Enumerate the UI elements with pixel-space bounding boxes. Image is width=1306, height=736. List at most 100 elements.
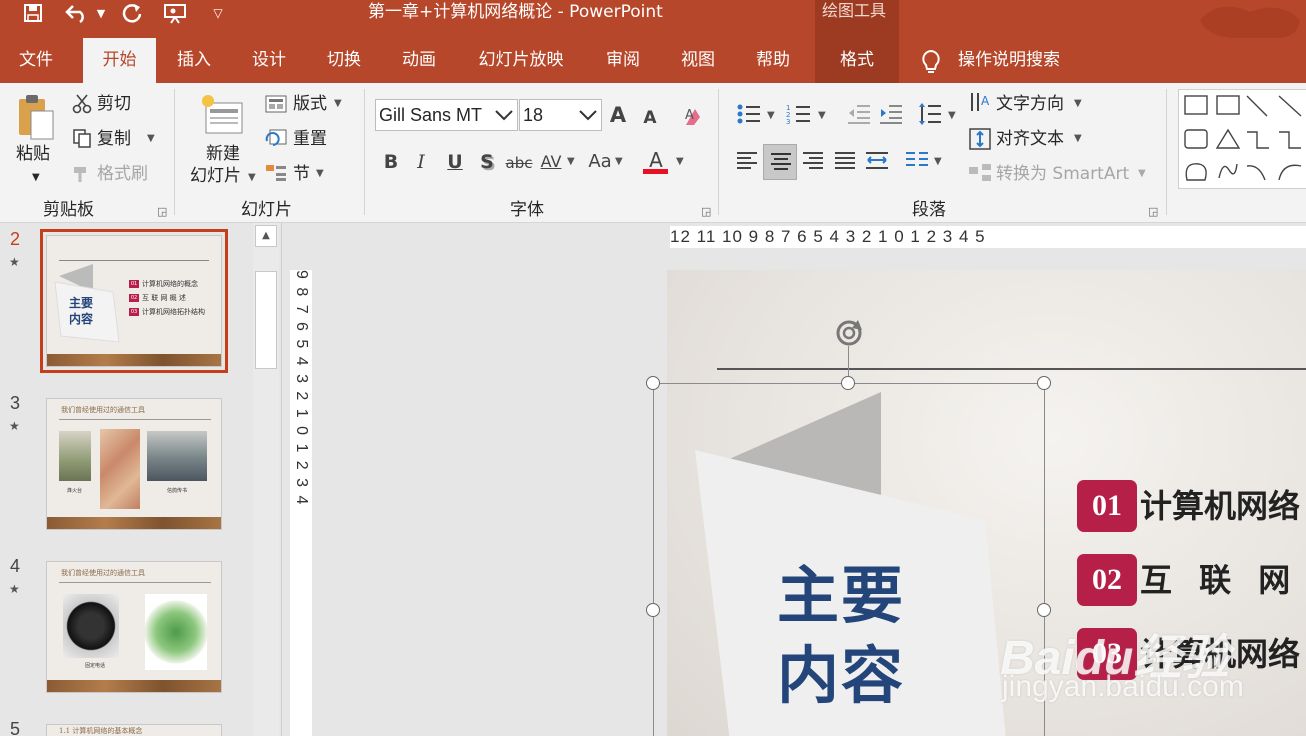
resize-handle-tr[interactable]: [1037, 376, 1051, 390]
section-dropdown-icon[interactable]: ▼: [316, 163, 324, 185]
copy-dropdown-icon[interactable]: ▼: [147, 128, 155, 150]
shapes-gallery[interactable]: [1178, 89, 1306, 189]
italic-button[interactable]: I: [410, 149, 432, 175]
increase-font-icon[interactable]: A: [606, 102, 630, 128]
format-painter-icon: [74, 167, 86, 182]
undo-icon[interactable]: [60, 0, 94, 26]
character-spacing-button[interactable]: AV: [538, 149, 564, 175]
font-color-dropdown-icon[interactable]: ▼: [676, 151, 684, 173]
drawing-tools-label: 绘图工具: [822, 1, 887, 20]
text-direction-button[interactable]: 文字方向: [996, 93, 1064, 115]
undo-dropdown-icon[interactable]: ▼: [94, 0, 108, 26]
align-right-icon[interactable]: [802, 150, 824, 172]
paste-dropdown-icon[interactable]: ▼: [32, 167, 40, 189]
font-launcher-icon[interactable]: ◲: [701, 201, 711, 223]
new-slide-dropdown-icon[interactable]: ▼: [248, 167, 256, 189]
paragraph-launcher-icon[interactable]: ◲: [1148, 201, 1158, 223]
align-center-button[interactable]: [763, 144, 797, 180]
slide-item-1[interactable]: 计算机网络: [1140, 480, 1300, 532]
thumb-caption: 信鸽传书: [167, 488, 188, 494]
clear-formatting-icon[interactable]: A: [683, 105, 707, 127]
bold-button[interactable]: B: [380, 149, 402, 175]
tab-design[interactable]: 设计: [238, 38, 300, 83]
case-dropdown-icon[interactable]: ▼: [615, 151, 623, 173]
resize-handle-tl[interactable]: [646, 376, 660, 390]
layout-button[interactable]: 版式: [293, 93, 327, 115]
thumbnail-scrollbar[interactable]: ▲: [253, 223, 279, 736]
tab-view[interactable]: 视图: [667, 38, 729, 83]
tab-file[interactable]: 文件: [0, 38, 72, 83]
slide-thumbnail-3[interactable]: 我们曾经使用过的通信工具 烽火台 信鸽传书: [46, 398, 222, 530]
section-button[interactable]: 节: [293, 163, 310, 185]
underline-button[interactable]: U: [443, 149, 467, 175]
line-spacing-icon[interactable]: [918, 101, 942, 127]
convert-smartart-button[interactable]: 转换为 SmartArt: [996, 163, 1129, 185]
tab-format[interactable]: 格式: [815, 38, 899, 83]
scroll-thumb[interactable]: [255, 271, 277, 369]
powerpoint-window: { "window":{"title":"第一章+计算机网络概论 - Power…: [0, 0, 1306, 736]
columns-icon[interactable]: [905, 150, 929, 172]
decrease-indent-icon[interactable]: [847, 103, 871, 125]
distributed-icon[interactable]: [865, 150, 889, 172]
layout-dropdown-icon[interactable]: ▼: [334, 93, 342, 115]
horizontal-ruler[interactable]: 12 11 10 9 8 7 6 5 4 3 2 1 0 1 2 3 4 5: [670, 226, 1306, 248]
spacing-dropdown-icon[interactable]: ▼: [567, 151, 575, 173]
change-case-button[interactable]: Aa: [586, 149, 614, 175]
increase-indent-icon[interactable]: [879, 103, 903, 125]
svg-text:A: A: [981, 94, 990, 108]
tab-home[interactable]: 开始: [83, 38, 156, 83]
align-left-icon[interactable]: [736, 150, 758, 172]
customize-qat-icon[interactable]: ▽: [206, 0, 230, 26]
numbering-dropdown-icon[interactable]: ▼: [818, 105, 826, 127]
tab-animations[interactable]: 动画: [388, 38, 450, 83]
numbering-icon[interactable]: 123: [786, 103, 812, 125]
bullets-icon[interactable]: [736, 103, 762, 125]
decrease-font-icon[interactable]: A: [640, 105, 660, 131]
copy-button[interactable]: 复制: [97, 128, 131, 150]
justify-icon[interactable]: [834, 150, 856, 172]
slide-thumbnail-2[interactable]: 主要 内容 01 计算机网络的概念 02 互 联 网 概 述 03 计算机网络拓…: [46, 235, 222, 367]
format-painter-button[interactable]: 格式刷: [97, 163, 148, 185]
resize-handle-l[interactable]: [646, 603, 660, 617]
tab-slideshow[interactable]: 幻灯片放映: [468, 38, 574, 83]
columns-dropdown-icon[interactable]: ▼: [934, 151, 942, 173]
tab-insert[interactable]: 插入: [163, 38, 225, 83]
resize-handle-r[interactable]: [1037, 603, 1051, 617]
tab-help[interactable]: 帮助: [742, 38, 804, 83]
bullets-dropdown-icon[interactable]: ▼: [767, 105, 775, 127]
slide-badge-01[interactable]: 01: [1077, 480, 1137, 532]
tab-review[interactable]: 审阅: [592, 38, 654, 83]
line-spacing-dropdown-icon[interactable]: ▼: [948, 105, 956, 127]
cut-button[interactable]: 剪切: [97, 93, 131, 115]
slide-item-2[interactable]: 互 联 网 概: [1140, 554, 1306, 606]
scroll-up-icon[interactable]: ▲: [255, 225, 277, 247]
redo-icon[interactable]: [118, 0, 146, 26]
save-icon[interactable]: [18, 0, 48, 26]
slide-badge-02[interactable]: 02: [1077, 554, 1137, 606]
rotate-handle-icon[interactable]: [832, 316, 868, 350]
svg-text:3: 3: [786, 118, 790, 125]
clipboard-launcher-icon[interactable]: ◲: [157, 201, 167, 223]
smartart-dropdown-icon[interactable]: ▼: [1138, 163, 1146, 185]
reset-button[interactable]: 重置: [293, 128, 327, 150]
chevron-down-icon[interactable]: [495, 109, 513, 121]
strikethrough-button[interactable]: abc: [505, 150, 533, 176]
chevron-down-icon[interactable]: [579, 109, 597, 121]
tell-me-search[interactable]: 操作说明搜索: [958, 38, 1074, 83]
star-icon: ★: [9, 255, 20, 269]
text-direction-dropdown-icon[interactable]: ▼: [1074, 93, 1082, 115]
paste-button[interactable]: 粘贴 ▼: [10, 91, 62, 191]
align-text-dropdown-icon[interactable]: ▼: [1074, 128, 1082, 150]
align-text-button[interactable]: 对齐文本: [996, 128, 1064, 150]
slides-group-label: 幻灯片: [241, 200, 292, 220]
slide-thumbnail-5[interactable]: 1.1 计算机网络的基本概念: [46, 724, 222, 736]
resize-handle-t[interactable]: [841, 376, 855, 390]
tab-transitions[interactable]: 切换: [313, 38, 375, 83]
vertical-ruler[interactable]: 9 8 7 6 5 4 3 2 1 0 1 2 3 4: [290, 270, 312, 736]
slideshow-from-start-icon[interactable]: [160, 0, 192, 26]
font-name-combo[interactable]: Gill Sans MT: [375, 99, 518, 131]
font-size-combo[interactable]: 18: [519, 99, 602, 131]
new-slide-button[interactable]: 新建 幻灯片 ▼: [186, 89, 258, 193]
shadow-button[interactable]: S: [475, 149, 499, 175]
slide-thumbnail-4[interactable]: 我们曾经使用过的通信工具 固定电话: [46, 561, 222, 693]
